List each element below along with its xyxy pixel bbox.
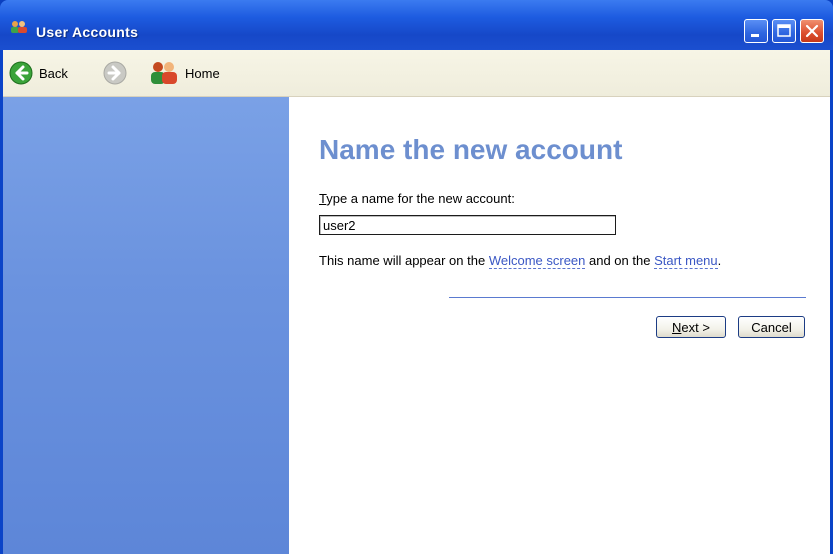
- cancel-button[interactable]: Cancel: [738, 316, 805, 338]
- prompt-text: ype a name for the new account:: [326, 191, 515, 206]
- home-label: Home: [185, 65, 220, 81]
- maximize-button[interactable]: [772, 19, 796, 43]
- close-icon: [805, 24, 819, 38]
- home-button[interactable]: Home: [149, 60, 220, 86]
- user-accounts-icon: [10, 20, 28, 34]
- info-prefix: This name will appear on the: [319, 253, 489, 268]
- info-suffix: .: [717, 253, 722, 268]
- name-prompt-label: Type a name for the new account:: [319, 191, 515, 206]
- next-button[interactable]: Next >: [656, 316, 726, 338]
- start-menu-link[interactable]: Start menu: [654, 253, 718, 269]
- home-users-icon: [151, 62, 177, 84]
- content-pane: Name the new account Type a name for the…: [289, 97, 830, 554]
- next-access-key: N: [672, 319, 682, 335]
- minimize-button[interactable]: [744, 19, 768, 43]
- navigation-toolbar: Back Home: [3, 50, 830, 97]
- page-title: Name the new account: [319, 134, 623, 165]
- divider: [449, 297, 806, 298]
- forward-button[interactable]: [103, 60, 127, 86]
- close-button[interactable]: [800, 19, 824, 43]
- forward-arrow-icon: [103, 61, 127, 85]
- info-text: This name will appear on the Welcome scr…: [319, 253, 722, 269]
- back-button[interactable]: Back: [9, 60, 68, 86]
- window-title: User Accounts: [36, 24, 139, 40]
- account-name-input[interactable]: [319, 215, 616, 235]
- task-pane: [3, 97, 289, 554]
- minimize-icon: [751, 34, 759, 37]
- maximize-icon: [777, 24, 791, 37]
- title-bar[interactable]: User Accounts: [0, 0, 833, 50]
- user-accounts-window: User Accounts Back Home Name the new acc…: [0, 0, 833, 554]
- back-arrow-icon: [9, 61, 33, 85]
- next-label: ext >: [681, 319, 710, 335]
- welcome-screen-link[interactable]: Welcome screen: [488, 253, 586, 269]
- back-label: Back: [39, 65, 68, 81]
- info-middle: and on the: [585, 253, 655, 268]
